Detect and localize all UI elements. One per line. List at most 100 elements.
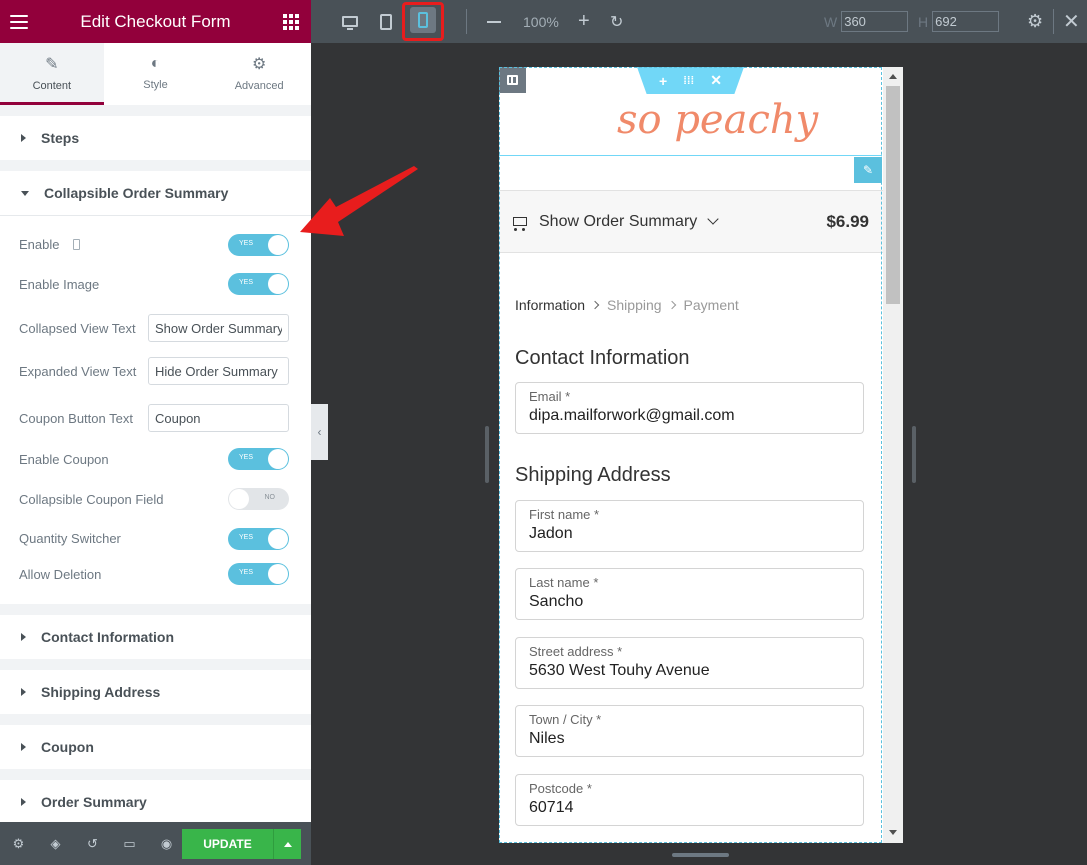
eye-icon[interactable]: ◉	[156, 833, 177, 854]
section-coupon: Coupon	[0, 725, 311, 769]
control-enable: Enable YES	[19, 216, 289, 271]
first-name-field[interactable]: First name * Jadon	[515, 500, 864, 552]
caret-right-icon	[21, 798, 26, 806]
scroll-up-icon[interactable]	[889, 74, 897, 79]
town-city-label: Town / City *	[529, 712, 602, 727]
close-section-icon[interactable]: ✕	[710, 72, 722, 89]
section-contact-header[interactable]: Contact Information	[0, 615, 311, 659]
email-field[interactable]: Email * dipa.mailforwork@gmail.com	[515, 382, 864, 434]
coupon-text-input[interactable]	[148, 404, 289, 432]
reset-zoom-button[interactable]: ↻	[610, 0, 623, 43]
enable-toggle-text: YES	[239, 239, 254, 247]
caret-right-icon	[21, 743, 26, 751]
hamburger-menu-icon[interactable]	[10, 14, 28, 29]
right-resize-grip[interactable]	[912, 426, 916, 483]
chevron-right-icon	[590, 300, 600, 310]
first-name-label: First name *	[529, 507, 600, 522]
tab-advanced-label: Advanced	[234, 79, 284, 92]
close-responsive-button[interactable]: ✕	[1063, 0, 1080, 43]
bottom-resize-handle[interactable]	[672, 853, 729, 857]
tablet-view-button[interactable]	[380, 0, 392, 43]
section-coupon-header[interactable]: Coupon	[0, 725, 311, 769]
add-section-icon[interactable]: +	[659, 73, 667, 89]
quantity-switcher-toggle-text: YES	[239, 533, 254, 541]
town-city-field[interactable]: Town / City * Niles	[515, 705, 864, 757]
half-circle-icon: ◐	[150, 54, 161, 72]
expanded-text-input[interactable]	[148, 357, 289, 385]
preview-scroll-thumb[interactable]	[886, 86, 900, 304]
tab-advanced[interactable]: ⚙ Advanced	[207, 43, 311, 105]
responsive-settings-button[interactable]: ⚙	[1027, 0, 1043, 43]
tab-style[interactable]: ◐ Style	[104, 43, 208, 105]
breadcrumb-shipping[interactable]: Shipping	[607, 297, 662, 313]
section-contact-title: Contact Information	[41, 629, 174, 645]
responsive-icon[interactable]: ▭	[119, 833, 140, 854]
order-summary-bar[interactable]: Show Order Summary $6.99	[499, 190, 883, 253]
widgets-grid-icon[interactable]	[283, 13, 299, 30]
section-divider	[499, 155, 882, 156]
history-icon[interactable]: ↺	[82, 833, 103, 854]
panel-collapse-handle[interactable]: ‹	[311, 404, 328, 460]
zoom-in-button[interactable]: +	[578, 0, 590, 43]
zoom-out-button[interactable]	[487, 0, 501, 43]
street-address-field[interactable]: Street address * 5630 West Touhy Avenue	[515, 637, 864, 689]
tab-content[interactable]: ✎ Content	[0, 43, 104, 105]
street-address-value: 5630 West Touhy Avenue	[529, 662, 710, 679]
height-input[interactable]	[932, 11, 1000, 32]
quantity-switcher-toggle[interactable]: YES	[228, 527, 289, 550]
width-label: W	[824, 13, 838, 30]
enable-coupon-toggle[interactable]: YES	[228, 448, 289, 470]
section-collapsible-header[interactable]: Collapsible Order Summary	[0, 171, 311, 215]
height-label: H	[918, 13, 929, 30]
control-collapsed-text: Collapsed View Text	[19, 297, 289, 355]
enable-image-toggle[interactable]: YES	[228, 273, 289, 295]
expanded-text-label: Expanded View Text	[19, 363, 137, 379]
enable-image-toggle-text: YES	[239, 279, 254, 286]
update-button[interactable]: UPDATE	[182, 829, 273, 859]
allow-deletion-toggle[interactable]: YES	[228, 563, 289, 585]
zoom-value: 100%	[523, 13, 559, 30]
edit-widget-pencil-icon[interactable]: ✎	[854, 157, 882, 183]
width-input[interactable]	[841, 11, 909, 32]
close-icon: ✕	[1063, 11, 1080, 33]
breadcrumb-payment[interactable]: Payment	[684, 297, 739, 313]
allow-deletion-label: Allow Deletion	[19, 566, 102, 582]
control-enable-image: Enable Image YES	[19, 271, 289, 297]
enable-toggle[interactable]: YES	[228, 233, 289, 256]
breadcrumb-information[interactable]: Information	[515, 297, 585, 313]
caret-right-icon	[21, 134, 26, 142]
panel-footer: ⚙ ◈ ↺ ▭ ◉ UPDATE	[0, 822, 311, 865]
desktop-view-button[interactable]	[342, 0, 358, 43]
drag-handle-icon[interactable]: ⁞⁞⁞	[683, 75, 694, 87]
section-collapsible-title: Collapsible Order Summary	[44, 185, 229, 201]
update-options-caret-icon[interactable]	[273, 829, 301, 859]
panel-tabs: ✎ Content ◐ Style ⚙ Advanced	[0, 43, 311, 105]
section-steps-header[interactable]: Steps	[0, 116, 311, 160]
left-resize-grip[interactable]	[485, 426, 489, 483]
enable-coupon-toggle-text: YES	[239, 454, 254, 461]
section-order-summary-header[interactable]: Order Summary	[0, 780, 311, 824]
street-address-label: Street address *	[529, 644, 623, 659]
column-handle-icon[interactable]	[499, 67, 526, 93]
caret-down-icon	[21, 190, 29, 196]
settings-gear-icon[interactable]: ⚙	[8, 833, 29, 854]
mobile-device-icon[interactable]	[73, 239, 81, 250]
mobile-view-highlight	[402, 2, 444, 41]
gear-icon: ⚙	[1027, 11, 1044, 31]
postcode-field[interactable]: Postcode * 60714	[515, 774, 864, 826]
collapsible-coupon-toggle[interactable]: NO	[228, 488, 289, 510]
control-collapsible-coupon: Collapsible Coupon Field NO	[19, 473, 289, 525]
enable-coupon-label: Enable Coupon	[19, 451, 109, 467]
height-control: H	[918, 0, 1000, 43]
collapsed-text-input[interactable]	[148, 314, 289, 342]
coupon-text-label: Coupon Button Text	[19, 410, 133, 426]
email-value: dipa.mailforwork@gmail.com	[529, 407, 735, 424]
scroll-down-icon[interactable]	[889, 830, 897, 835]
order-summary-toggle-text: Show Order Summary	[539, 212, 698, 230]
tab-content-label: Content	[32, 79, 72, 92]
order-total: $6.99	[826, 211, 869, 231]
layers-icon[interactable]: ◈	[45, 833, 66, 854]
section-shipping-header[interactable]: Shipping Address	[0, 670, 311, 714]
annotation-arrow-icon	[300, 166, 418, 236]
last-name-field[interactable]: Last name * Sancho	[515, 568, 864, 620]
